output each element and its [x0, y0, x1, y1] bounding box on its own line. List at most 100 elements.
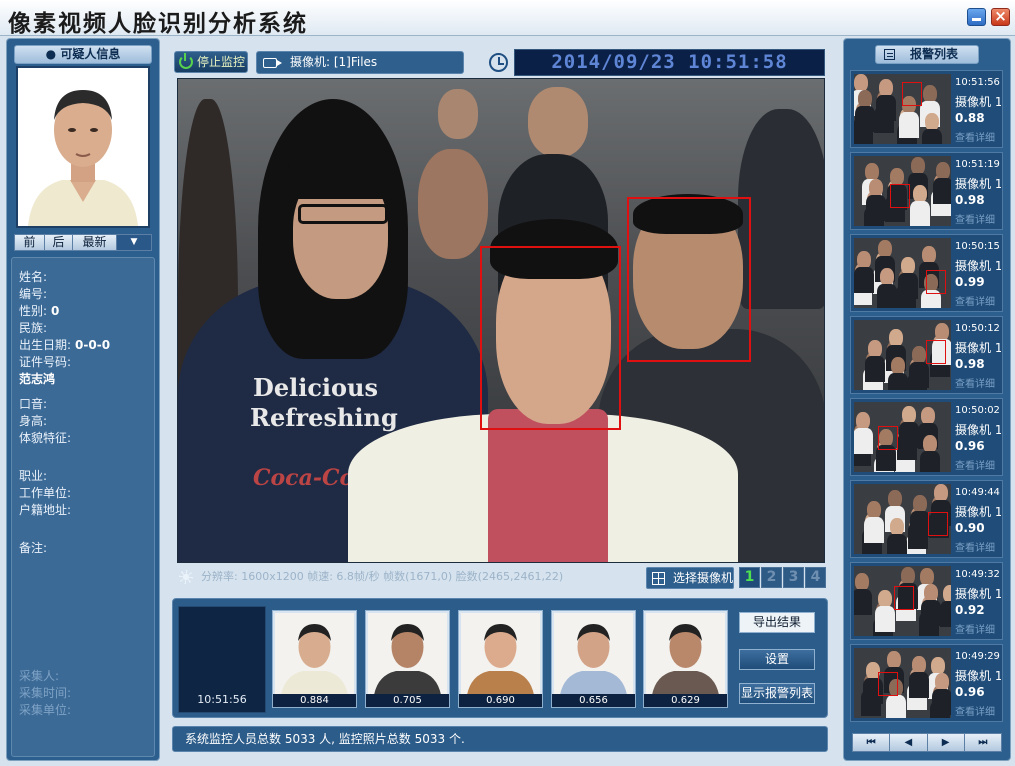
info-height: 身高: — [19, 414, 48, 428]
info-ethnicity: 民族: — [19, 321, 48, 335]
face-detection-box[interactable] — [627, 197, 751, 362]
alarm-item[interactable]: 10:49:29 摄像机 1 0.96 查看详细 — [850, 644, 1003, 722]
alarm-snapshot — [854, 402, 951, 472]
alarm-face-box — [928, 512, 948, 536]
export-button[interactable]: 导出结果 — [739, 612, 815, 633]
alarm-camera: 摄像机 1 — [955, 95, 1001, 109]
info-occupation: 职业: — [19, 469, 48, 483]
capture-thumb[interactable]: 0.690 — [458, 610, 543, 708]
select-camera-button[interactable]: 选择摄像机 — [646, 567, 734, 589]
chevron-down-icon[interactable]: ▼ — [117, 235, 151, 250]
next-button[interactable]: 后 — [45, 235, 73, 250]
crowd-body — [875, 606, 895, 632]
shirt-text-1: Delicious — [253, 373, 379, 402]
suspect-panel: ● 可疑人信息 前 后 最新 ▼ 姓名: 编号: 性别: 0 民族: 出生日期: 0… — [6, 38, 160, 761]
first-page-icon[interactable]: ⏮ — [853, 734, 891, 751]
camera-tab-2[interactable]: 2 — [761, 567, 782, 588]
alarm-detail-link[interactable]: 查看详细 — [955, 703, 995, 718]
info-id: 编号: — [19, 287, 48, 301]
alarm-item[interactable]: 10:50:12 摄像机 1 0.98 查看详细 — [850, 316, 1003, 394]
man1-shirt — [488, 409, 608, 562]
alarm-detail-link[interactable]: 查看详细 — [955, 621, 995, 636]
crowd-body — [899, 112, 919, 138]
info-collector: 采集人: — [19, 669, 60, 683]
datetime-display: 2014/09/23 10:51:58 — [514, 49, 825, 76]
crowd-body — [922, 129, 942, 144]
alarm-item[interactable]: 10:51:56 摄像机 1 0.88 查看详细 — [850, 70, 1003, 148]
alarm-camera: 摄像机 1 — [955, 423, 1001, 437]
alarm-item[interactable]: 10:50:02 摄像机 1 0.96 查看详细 — [850, 398, 1003, 476]
alarm-detail-link[interactable]: 查看详细 — [955, 211, 995, 226]
alarm-snapshot — [854, 566, 951, 636]
crowd-body — [876, 95, 896, 121]
power-icon — [179, 53, 193, 69]
crowd-body — [940, 601, 951, 627]
video-feed[interactable]: Delicious Refreshing Coca-Cola — [177, 78, 825, 563]
brightness-icon — [179, 570, 193, 584]
next-page-icon[interactable]: ▶ — [928, 734, 965, 751]
alarm-detail-link[interactable]: 查看详细 — [955, 129, 995, 144]
video-status: 分辨率: 1600x1200 帧速: 6.8帧/秒 帧数(1671,0) 脸数(… — [177, 566, 647, 588]
alarm-camera: 摄像机 1 — [955, 587, 1001, 601]
alarm-item[interactable]: 10:50:15 摄像机 1 0.99 查看详细 — [850, 234, 1003, 312]
alarm-snapshot — [854, 74, 951, 144]
alarm-score: 0.88 — [955, 111, 985, 125]
glasses-icon — [298, 204, 388, 224]
select-camera-label: 选择摄像机 — [673, 571, 734, 585]
capture-score: 0.690 — [459, 694, 542, 707]
alarm-detail-link[interactable]: 查看详细 — [955, 457, 995, 472]
alarm-face-box — [894, 586, 914, 610]
camera-tab-4[interactable]: 4 — [805, 567, 826, 588]
video-status-text: 分辨率: 1600x1200 帧速: 6.8帧/秒 帧数(1671,0) 脸数(… — [201, 570, 564, 583]
alarm-camera: 摄像机 1 — [955, 177, 1001, 191]
capture-thumb[interactable]: 0.884 — [272, 610, 357, 708]
suspect-photo-image — [18, 68, 148, 226]
crowd-body — [854, 267, 874, 293]
show-alarms-button[interactable]: 显示报警列表 — [739, 683, 815, 704]
camera-tab-3[interactable]: 3 — [783, 567, 804, 588]
alarm-item[interactable]: 10:51:19 摄像机 1 0.98 查看详细 — [850, 152, 1003, 230]
alarm-item[interactable]: 10:49:44 摄像机 1 0.90 查看详细 — [850, 480, 1003, 558]
alarm-panel-header: 报警列表 — [875, 45, 979, 64]
crowd-body — [920, 451, 940, 472]
capture-face-image — [368, 613, 447, 695]
suspect-panel-title: 可疑人信息 — [60, 47, 121, 61]
info-id-number: 证件号码: — [19, 355, 72, 369]
shirt-text-2: Refreshing — [250, 403, 398, 432]
capture-face-image — [275, 613, 354, 695]
alarm-detail-link[interactable]: 查看详细 — [955, 293, 995, 308]
camera-tab-1[interactable]: 1 — [739, 567, 760, 588]
bg-person-face — [528, 87, 588, 157]
face-detection-box[interactable] — [480, 246, 621, 430]
camera-source[interactable]: 摄像机: [1]Files — [256, 51, 464, 74]
stop-monitor-button[interactable]: 停止监控 — [174, 51, 248, 73]
prev-button[interactable]: 前 — [15, 235, 45, 250]
latest-button[interactable]: 最新 — [73, 235, 117, 250]
info-address: 户籍地址: — [19, 503, 72, 517]
alarm-face-box — [890, 184, 910, 208]
close-button[interactable]: × — [991, 7, 1010, 26]
last-page-icon[interactable]: ⏭ — [965, 734, 1001, 751]
info-collect-time: 采集时间: — [19, 686, 72, 700]
prev-page-icon[interactable]: ◀ — [890, 734, 928, 751]
crowd-body — [854, 589, 872, 615]
capture-thumb[interactable]: 0.629 — [643, 610, 728, 708]
alarm-panel-title: 报警列表 — [909, 47, 958, 61]
info-name: 姓名: — [19, 270, 48, 284]
alarm-camera: 摄像机 1 — [955, 259, 1001, 273]
capture-thumb[interactable]: 0.705 — [365, 610, 450, 708]
alarm-face-box — [878, 426, 898, 450]
capture-panel: 10:51:56 0.884 0.705 0.690 0.656 0.629 导… — [172, 598, 828, 718]
alarm-detail-link[interactable]: 查看详细 — [955, 375, 995, 390]
capture-score: 0.705 — [366, 694, 449, 707]
minimize-button[interactable] — [967, 8, 986, 26]
alarm-time: 10:51:19 — [955, 159, 1000, 170]
alarm-detail-link[interactable]: 查看详细 — [955, 539, 995, 554]
alarm-score: 0.98 — [955, 357, 985, 371]
alarm-snapshot — [854, 156, 951, 226]
crowd-body — [921, 600, 941, 626]
capture-thumb[interactable]: 0.656 — [551, 610, 636, 708]
alarm-item[interactable]: 10:49:32 摄像机 1 0.92 查看详细 — [850, 562, 1003, 640]
settings-button[interactable]: 设置 — [739, 649, 815, 670]
crowd-body — [909, 362, 929, 388]
